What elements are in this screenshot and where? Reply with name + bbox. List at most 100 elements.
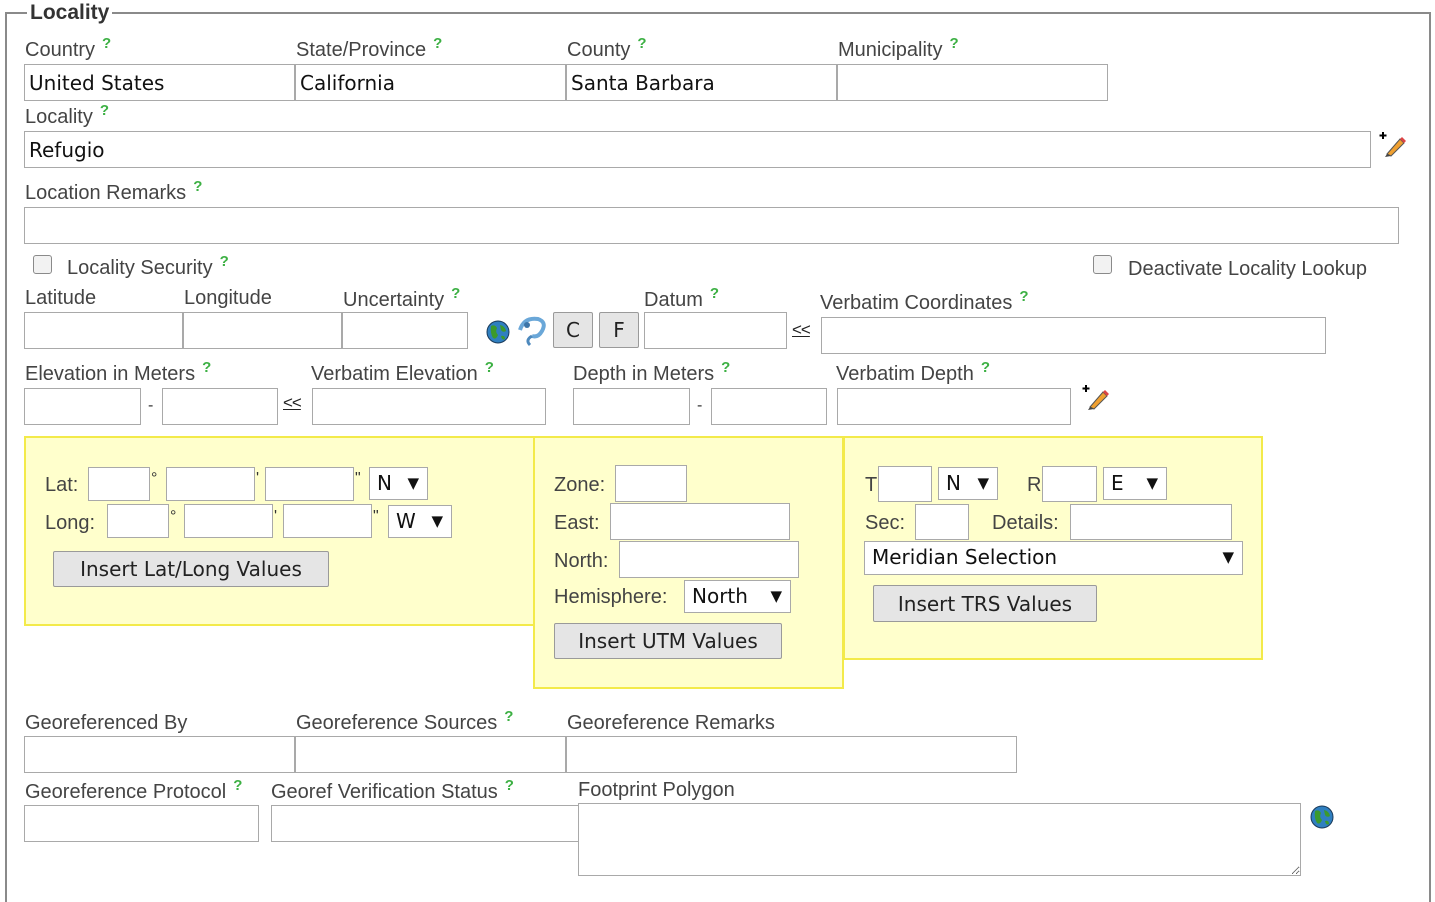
latitude-input[interactable]: [24, 312, 183, 349]
township-direction-select[interactable]: N ▼: [938, 467, 998, 500]
copy-elevation-link[interactable]: <<: [283, 393, 302, 413]
verbatim-coordinates-label: Verbatim Coordinates?: [820, 288, 1029, 314]
country-input[interactable]: [24, 64, 295, 101]
municipality-input[interactable]: [837, 64, 1108, 101]
location-remarks-label: Location Remarks?: [25, 178, 203, 204]
insert-latlong-button[interactable]: Insert Lat/Long Values: [53, 551, 329, 587]
help-icon[interactable]: ?: [233, 777, 242, 794]
details-input[interactable]: [1070, 504, 1232, 540]
georeferenced-by-input[interactable]: [24, 736, 295, 773]
help-icon[interactable]: ?: [485, 359, 494, 376]
section-title: Locality: [27, 0, 113, 26]
geolocate-icon[interactable]: [514, 314, 550, 348]
globe-icon[interactable]: [1310, 805, 1334, 829]
latlong-converter-panel: [24, 436, 536, 626]
minute-symbol: ': [256, 470, 260, 487]
datum-input[interactable]: [644, 312, 787, 349]
footprint-polygon-textarea[interactable]: [578, 803, 1301, 876]
meridian-select[interactable]: Meridian Selection ▼: [864, 541, 1243, 575]
utm-north-input[interactable]: [619, 541, 799, 578]
location-remarks-input[interactable]: [24, 207, 1399, 244]
range-direction-select[interactable]: E ▼: [1103, 467, 1167, 500]
depth-max-input[interactable]: [711, 388, 827, 425]
hemisphere-label: Hemisphere:: [554, 586, 668, 608]
georef-verification-input[interactable]: [271, 805, 579, 842]
georeference-protocol-input[interactable]: [24, 805, 259, 842]
help-icon[interactable]: ?: [193, 178, 202, 195]
lat-degrees-input[interactable]: [88, 467, 150, 501]
verbatim-depth-label: Verbatim Depth?: [836, 359, 991, 385]
second-symbol: ": [355, 470, 361, 487]
help-icon[interactable]: ?: [504, 708, 513, 725]
verbatim-coordinates-input[interactable]: [821, 317, 1326, 354]
chevron-down-icon: ▼: [407, 474, 419, 492]
copy-coordinates-link[interactable]: <<: [792, 320, 811, 340]
chevron-down-icon: ▼: [1146, 474, 1158, 492]
deactivate-lookup-checkbox[interactable]: [1093, 255, 1112, 274]
insert-utm-button[interactable]: Insert UTM Values: [554, 623, 782, 659]
help-icon[interactable]: ?: [202, 359, 211, 376]
edit-pencil-icon[interactable]: [1378, 130, 1408, 158]
help-icon[interactable]: ?: [505, 777, 514, 794]
help-icon[interactable]: ?: [220, 253, 229, 270]
footprint-polygon-label: Footprint Polygon: [578, 779, 735, 801]
help-icon[interactable]: ?: [981, 359, 990, 376]
help-icon[interactable]: ?: [721, 359, 730, 376]
c-button[interactable]: C: [553, 312, 593, 348]
elevation-min-input[interactable]: [24, 388, 141, 425]
utm-zone-input[interactable]: [615, 465, 687, 502]
help-icon[interactable]: ?: [710, 285, 719, 302]
help-icon[interactable]: ?: [102, 35, 111, 52]
range-dash: -: [697, 397, 703, 414]
section-input[interactable]: [915, 504, 969, 540]
lat-minutes-input[interactable]: [166, 467, 255, 501]
long-direction-select[interactable]: W ▼: [388, 505, 452, 538]
locality-security-checkbox[interactable]: [33, 255, 52, 274]
locality-label: Locality?: [25, 102, 109, 128]
hemisphere-select[interactable]: North ▼: [684, 580, 791, 613]
long-seconds-input[interactable]: [283, 504, 372, 538]
utm-east-input[interactable]: [610, 503, 790, 540]
verbatim-elevation-input[interactable]: [312, 388, 546, 425]
lat-seconds-input[interactable]: [265, 467, 354, 501]
deactivate-lookup-label: Deactivate Locality Lookup: [1128, 258, 1368, 280]
north-label: North:: [554, 550, 609, 572]
long-degrees-input[interactable]: [107, 504, 169, 538]
uncertainty-label: Uncertainty?: [343, 285, 461, 311]
uncertainty-input[interactable]: [342, 312, 468, 349]
county-label: County?: [567, 35, 647, 61]
help-icon[interactable]: ?: [451, 285, 460, 302]
help-icon[interactable]: ?: [637, 35, 646, 52]
state-input[interactable]: [295, 64, 566, 101]
section-label: Sec:: [865, 512, 906, 534]
georeference-sources-input[interactable]: [295, 736, 566, 773]
county-input[interactable]: [566, 64, 837, 101]
longitude-input[interactable]: [183, 312, 342, 349]
help-icon[interactable]: ?: [1019, 288, 1028, 305]
edit-pencil-icon[interactable]: [1081, 383, 1111, 411]
help-icon[interactable]: ?: [949, 35, 958, 52]
elevation-max-input[interactable]: [162, 388, 278, 425]
help-icon[interactable]: ?: [433, 35, 442, 52]
locality-input[interactable]: [24, 131, 1371, 168]
minute-symbol: ': [274, 508, 278, 525]
f-button[interactable]: F: [599, 312, 639, 348]
insert-trs-button[interactable]: Insert TRS Values: [873, 585, 1097, 622]
globe-icon[interactable]: [486, 320, 510, 344]
depth-min-input[interactable]: [573, 388, 690, 425]
details-label: Details:: [992, 512, 1059, 534]
country-label: Country?: [25, 35, 112, 61]
lat-direction-select[interactable]: N ▼: [369, 467, 428, 500]
help-icon[interactable]: ?: [100, 102, 109, 119]
chevron-down-icon: ▼: [1222, 548, 1234, 566]
long-minutes-input[interactable]: [184, 504, 273, 538]
township-input[interactable]: [878, 466, 932, 502]
georef-verification-label: Georef Verification Status?: [271, 777, 514, 803]
georeference-remarks-input[interactable]: [566, 736, 1017, 773]
second-symbol: ": [373, 508, 379, 525]
range-input[interactable]: [1042, 466, 1097, 502]
georeferenced-by-label: Georeferenced By: [25, 712, 188, 734]
chevron-down-icon: ▼: [977, 474, 989, 492]
georeference-remarks-label: Georeference Remarks: [567, 712, 775, 734]
verbatim-depth-input[interactable]: [837, 388, 1071, 425]
